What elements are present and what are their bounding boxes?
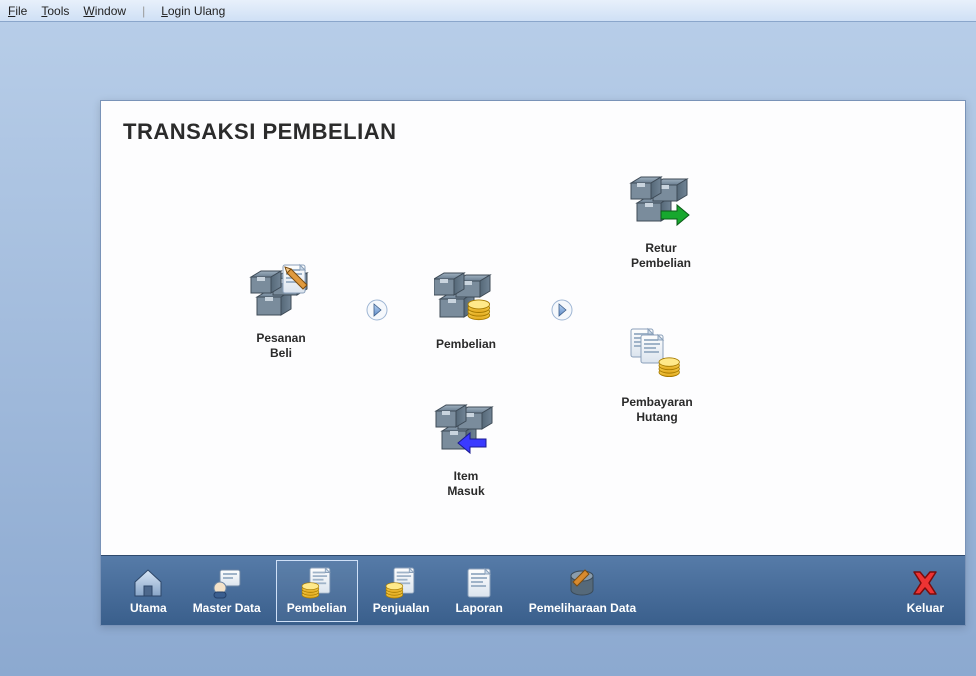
nav-pemeliharaan-data[interactable]: Pemeliharaan Data: [518, 560, 647, 622]
flow-arrow-icon: [551, 299, 573, 321]
person-card-icon: [210, 566, 244, 600]
flow-label: ItemMasuk: [416, 469, 516, 499]
nav-label: Utama: [130, 601, 167, 615]
menu-separator: |: [142, 4, 145, 18]
boxes-arrow-out-icon: [629, 173, 693, 237]
menu-login-ulang[interactable]: Login Ulang: [161, 4, 225, 18]
flow-canvas: PesananBeli Pembelian: [101, 151, 965, 555]
close-x-icon: [908, 566, 942, 600]
menu-tools[interactable]: Tools: [41, 4, 69, 18]
nav-label: Master Data: [193, 601, 261, 615]
home-icon: [131, 566, 165, 600]
boxes-arrow-in-icon: [434, 401, 498, 465]
report-coins-icon: [300, 566, 334, 600]
panel-title: TRANSAKSI PEMBELIAN: [101, 101, 965, 151]
flow-pembayaran-hutang[interactable]: PembayaranHutang: [607, 327, 707, 425]
documents-coins-icon: [625, 327, 689, 391]
flow-pesanan-beli[interactable]: PesananBeli: [231, 263, 331, 361]
flow-label: PembayaranHutang: [607, 395, 707, 425]
flow-label: ReturPembelian: [611, 241, 711, 271]
report-coins-icon: [384, 566, 418, 600]
nav-label: Keluar: [907, 601, 944, 615]
workspace-background: TRANSAKSI PEMBELIAN PesananBeli: [0, 22, 976, 676]
bottom-toolbar: Utama Master Data: [101, 555, 965, 625]
flow-pembelian[interactable]: Pembelian: [416, 269, 516, 352]
boxes-coins-icon: [434, 269, 498, 333]
nav-label: Penjualan: [373, 601, 430, 615]
nav-pembelian[interactable]: Pembelian: [276, 560, 358, 622]
nav-penjualan[interactable]: Penjualan: [362, 560, 441, 622]
nav-label: Pemeliharaan Data: [529, 601, 636, 615]
nav-master-data[interactable]: Master Data: [182, 560, 272, 622]
nav-utama[interactable]: Utama: [119, 560, 178, 622]
flow-label: Pembelian: [416, 337, 516, 352]
nav-keluar[interactable]: Keluar: [896, 560, 955, 622]
menu-file[interactable]: File: [8, 4, 27, 18]
nav-label: Laporan: [455, 601, 502, 615]
menu-window[interactable]: Window: [83, 4, 126, 18]
menubar: File Tools Window | Login Ulang: [0, 0, 976, 22]
main-panel: TRANSAKSI PEMBELIAN PesananBeli: [100, 100, 966, 626]
nav-laporan[interactable]: Laporan: [444, 560, 513, 622]
database-tools-icon: [565, 566, 599, 600]
document-icon: [462, 566, 496, 600]
flow-retur-pembelian[interactable]: ReturPembelian: [611, 173, 711, 271]
boxes-pencil-icon: [249, 263, 313, 327]
nav-label: Pembelian: [287, 601, 347, 615]
flow-arrow-icon: [366, 299, 388, 321]
flow-item-masuk[interactable]: ItemMasuk: [416, 401, 516, 499]
flow-label: PesananBeli: [231, 331, 331, 361]
